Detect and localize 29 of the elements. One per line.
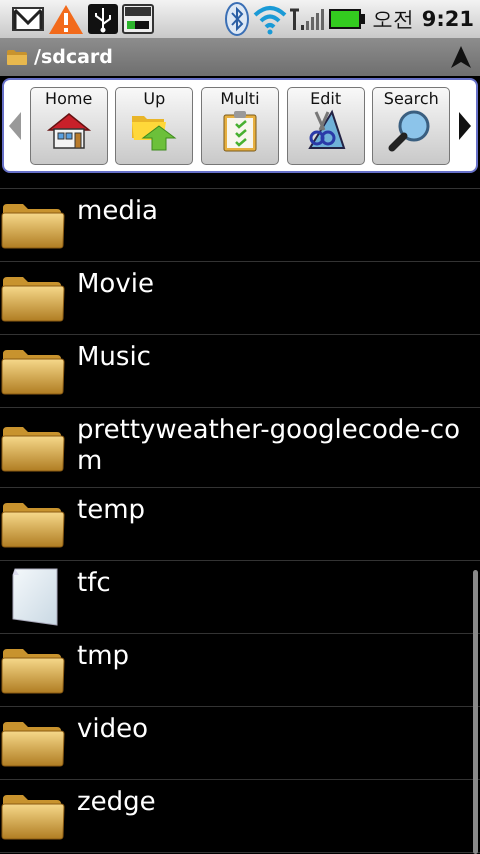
file-name[interactable]: zedge <box>77 787 156 818</box>
mobile-data-icon <box>122 4 154 34</box>
wifi-icon <box>252 3 288 35</box>
battery-icon <box>328 7 366 31</box>
clock-time: 9:21 <box>422 7 474 31</box>
clock-period: 오전 <box>372 6 414 33</box>
mail-icon <box>12 5 44 33</box>
toolbar-button[interactable]: Search <box>372 86 450 164</box>
signal-icon <box>290 7 326 31</box>
file-name[interactable]: tmp <box>77 641 130 672</box>
scroll-right-icon[interactable] <box>458 110 472 140</box>
toolbar-button[interactable]: Home <box>30 86 108 164</box>
file-name[interactable]: Movie <box>77 269 154 300</box>
toolbar-button[interactable]: Up <box>115 86 194 164</box>
path-title: /sdcard <box>34 46 113 68</box>
navigation-arrow-icon <box>450 45 472 69</box>
file-name[interactable]: video <box>77 714 148 745</box>
folder-icon <box>6 48 28 66</box>
toolbar-button[interactable]: Edit <box>286 86 365 164</box>
warning-icon <box>48 3 84 35</box>
file-name[interactable]: temp <box>77 495 146 526</box>
file-name[interactable]: media <box>77 196 158 227</box>
bluetooth-icon <box>224 1 250 37</box>
scroll-left-icon[interactable] <box>8 110 22 140</box>
file-name[interactable]: prettyweather-googlecode-com <box>77 415 467 477</box>
file-name[interactable]: Music <box>77 342 151 373</box>
toolbar-button[interactable]: Multi <box>200 86 279 164</box>
usb-icon <box>88 3 118 35</box>
file-name[interactable]: tfc <box>77 568 111 599</box>
